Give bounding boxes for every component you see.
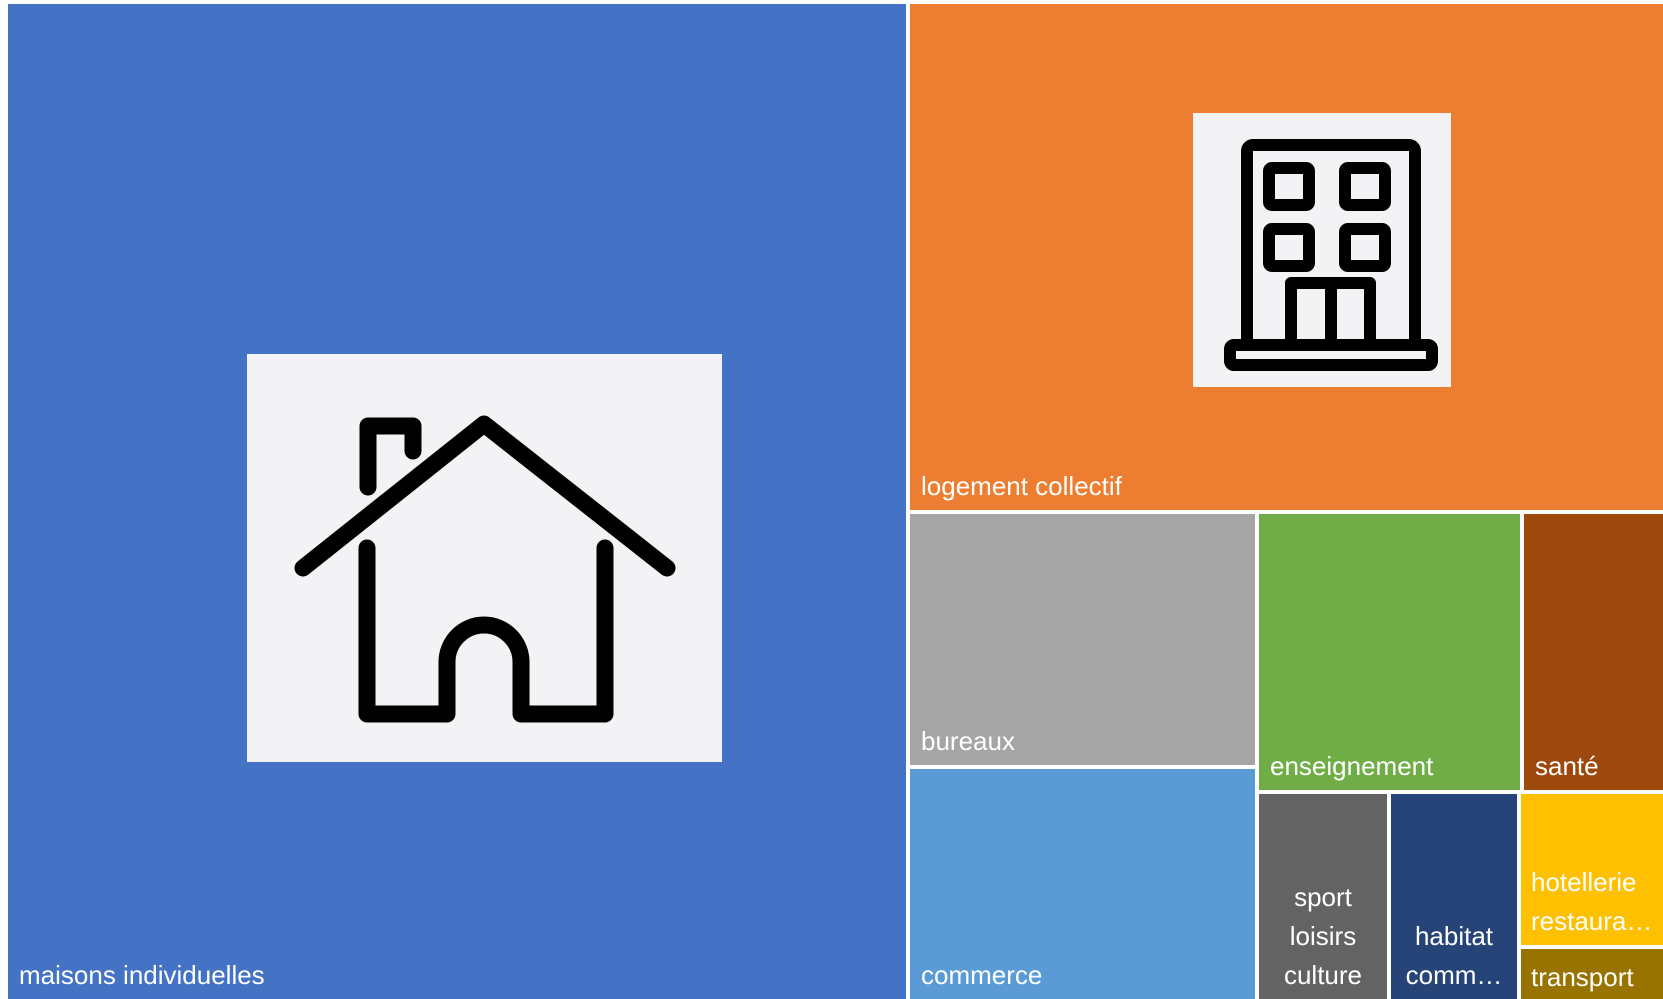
tile-label: commerce	[921, 960, 1043, 990]
house-icon	[247, 354, 722, 762]
apartment-building-icon	[1193, 113, 1451, 387]
tile-label: santé	[1535, 751, 1599, 781]
tile-enseignement: enseignement	[1259, 514, 1520, 790]
tile-habitat-communautaire: habitat comm…	[1391, 794, 1517, 999]
tile-maisons-individuelles: maisons individuelles	[8, 4, 906, 999]
tile-label: bureaux	[921, 726, 1015, 756]
tile-hotellerie-restauration: hotellerie restaura…	[1521, 794, 1663, 945]
tile-label: logement collectif	[921, 471, 1122, 501]
tile-label: transport	[1531, 962, 1634, 992]
tile-sport-loisirs-culture: sport loisirs culture	[1259, 794, 1387, 999]
tile-logement-collectif: logement collectif	[910, 4, 1663, 510]
tile-label: maisons individuelles	[19, 960, 265, 990]
tile-bureaux: bureaux	[910, 514, 1255, 765]
tile-label: enseignement	[1270, 751, 1434, 781]
tile-label: habitat comm…	[1405, 921, 1503, 990]
tile-sante: santé	[1524, 514, 1663, 790]
treemap-chart: maisons individuelles logement collectif…	[0, 0, 1663, 999]
tile-label: sport loisirs culture	[1283, 882, 1363, 990]
tile-transport: transport	[1521, 949, 1663, 999]
tile-label: hotellerie restaura…	[1531, 867, 1653, 936]
tile-commerce: commerce	[910, 769, 1255, 999]
